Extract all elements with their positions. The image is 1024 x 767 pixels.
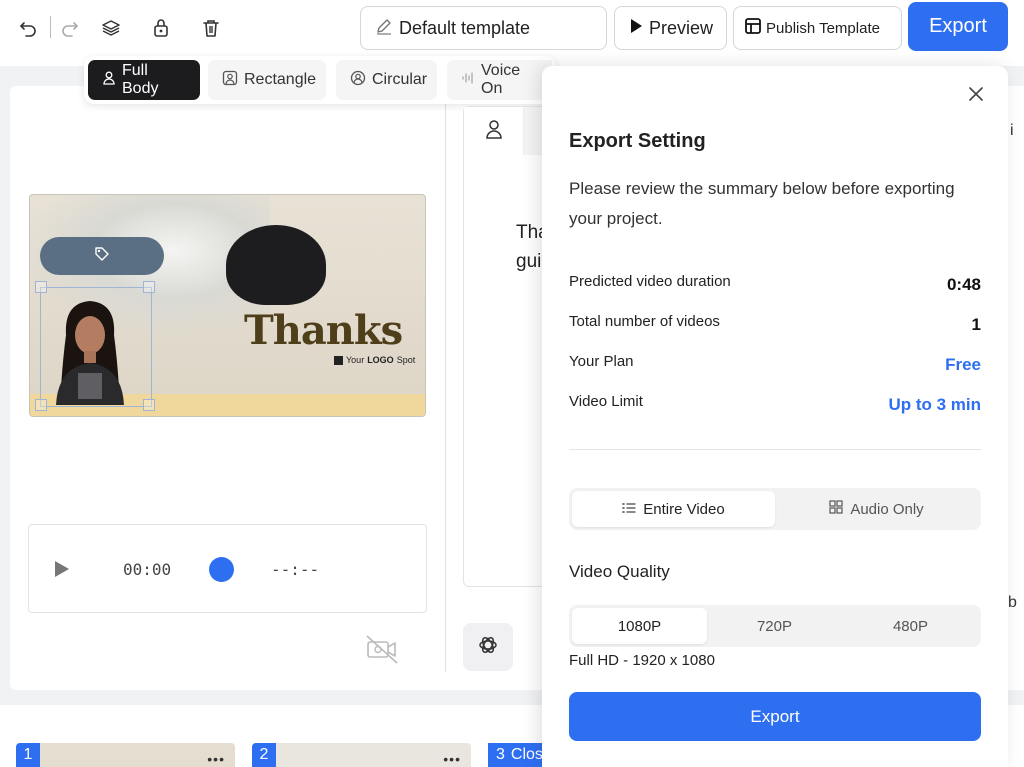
logo-placeholder: Your LOGO Spot bbox=[334, 355, 415, 365]
template-name-field[interactable]: Default template bbox=[360, 6, 607, 50]
video-quality-label: Video Quality bbox=[569, 562, 670, 581]
total-time: --:-- bbox=[271, 560, 320, 579]
summary-label: Your Plan bbox=[569, 353, 634, 370]
summary-label: Total number of videos bbox=[569, 313, 720, 330]
scene-title: Clos bbox=[510, 746, 543, 763]
resize-handle[interactable] bbox=[35, 281, 47, 293]
play-button[interactable] bbox=[53, 559, 71, 584]
toolbar-divider bbox=[50, 16, 51, 38]
trash-icon[interactable] bbox=[197, 14, 225, 42]
scene-number: 2 bbox=[252, 743, 276, 767]
scene-number: 1 bbox=[16, 743, 40, 767]
more-icon[interactable]: ••• bbox=[443, 751, 461, 767]
tag-icon bbox=[94, 246, 110, 267]
undo-icon[interactable] bbox=[14, 14, 42, 42]
scene-thumbnail[interactable]: 1 ••• bbox=[16, 743, 235, 767]
dialog-title: Export Setting bbox=[569, 130, 706, 152]
play-icon bbox=[629, 18, 643, 39]
list-icon bbox=[622, 501, 636, 518]
record-dot[interactable] bbox=[209, 557, 234, 582]
waveform-icon bbox=[461, 71, 475, 90]
shape-rectangle-label: Rectangle bbox=[244, 71, 317, 88]
quality-720p[interactable]: 720P bbox=[707, 608, 842, 644]
shape-circular[interactable]: Circular bbox=[336, 60, 437, 100]
pencil-icon bbox=[375, 17, 393, 40]
layers-icon[interactable] bbox=[97, 14, 125, 42]
export-mode-toggle: Entire Video Audio Only bbox=[569, 488, 981, 530]
preview-label: Preview bbox=[649, 17, 714, 38]
logo-mark-icon bbox=[334, 355, 343, 365]
logo-bold: LOGO bbox=[367, 355, 394, 365]
openai-icon bbox=[477, 634, 499, 661]
shape-full-body[interactable]: Full Body bbox=[88, 60, 200, 100]
resize-handle[interactable] bbox=[143, 281, 155, 293]
preview-button[interactable]: Preview bbox=[614, 6, 727, 50]
slide-headline: Thanks bbox=[244, 307, 403, 354]
video-quality-toggle: 1080P 720P 480P bbox=[569, 605, 981, 647]
tab-avatar[interactable] bbox=[464, 107, 524, 155]
avatar-selection-box[interactable] bbox=[40, 287, 152, 407]
current-time: 00:00 bbox=[123, 560, 172, 579]
summary-label: Video Limit bbox=[569, 393, 643, 410]
more-icon[interactable]: ••• bbox=[207, 751, 225, 767]
user-icon bbox=[485, 119, 503, 144]
resize-handle[interactable] bbox=[35, 399, 47, 411]
summary-label: Predicted video duration bbox=[569, 273, 731, 290]
shape-rectangle[interactable]: Rectangle bbox=[208, 60, 326, 100]
obscured-text-fragment: i bbox=[1010, 122, 1014, 139]
rectangle-person-icon bbox=[222, 70, 238, 91]
export-button[interactable]: Export bbox=[569, 692, 981, 741]
mode-entire-video-label: Entire Video bbox=[643, 500, 725, 518]
summary-value: 1 bbox=[971, 315, 981, 334]
logo-prefix: Your bbox=[346, 355, 365, 365]
shape-circular-label: Circular bbox=[372, 71, 428, 88]
summary-value: Free bbox=[945, 355, 981, 374]
scene-number: 3 bbox=[496, 746, 505, 763]
summary-value: 0:48 bbox=[946, 275, 981, 294]
template-name-text: Default template bbox=[399, 17, 531, 38]
dialog-divider bbox=[569, 449, 981, 450]
close-icon[interactable] bbox=[966, 84, 986, 104]
quality-1080p[interactable]: 1080P bbox=[572, 608, 707, 644]
template-layout-icon bbox=[744, 17, 762, 39]
office-chair-shape bbox=[226, 225, 326, 305]
shape-full-body-label: Full Body bbox=[122, 62, 159, 97]
shape-voice-only-label: Voice On bbox=[481, 62, 521, 97]
ai-assist-button[interactable] bbox=[463, 623, 513, 671]
publish-template-label: Publish Template bbox=[766, 19, 880, 37]
scene-thumbnail[interactable]: 2 ••• bbox=[252, 743, 471, 767]
export-top-button[interactable]: Export bbox=[908, 2, 1008, 51]
slide-preview[interactable]: Thanks Your LOGO Spot bbox=[29, 194, 426, 417]
tag-button[interactable] bbox=[40, 237, 164, 275]
summary-value: Up to 3 min bbox=[888, 395, 981, 414]
redo-icon[interactable] bbox=[56, 14, 84, 42]
lock-icon[interactable] bbox=[147, 14, 175, 42]
quality-description: Full HD - 1920 x 1080 bbox=[569, 652, 715, 669]
publish-template-button[interactable]: Publish Template bbox=[733, 6, 902, 50]
person-icon bbox=[102, 71, 116, 90]
shape-voice-only[interactable]: Voice On bbox=[447, 60, 552, 100]
mode-entire-video[interactable]: Entire Video bbox=[572, 491, 775, 527]
grid-icon bbox=[829, 500, 843, 518]
playback-bar: 00:00 --:-- bbox=[28, 524, 427, 613]
obscured-text-fragment: b bbox=[1008, 594, 1017, 611]
dialog-description: Please review the summary below before e… bbox=[569, 179, 955, 228]
avatar-shape-toolbar: Full Body Rectangle Circular Voice On bbox=[84, 56, 556, 104]
mode-audio-only[interactable]: Audio Only bbox=[775, 491, 978, 527]
panel-divider bbox=[445, 90, 446, 672]
circle-person-icon bbox=[350, 70, 366, 91]
logo-suffix: Spot bbox=[396, 355, 416, 365]
quality-480p[interactable]: 480P bbox=[843, 608, 978, 644]
resize-handle[interactable] bbox=[143, 399, 155, 411]
mode-audio-only-label: Audio Only bbox=[850, 500, 924, 518]
camera-off-icon[interactable] bbox=[365, 633, 399, 670]
